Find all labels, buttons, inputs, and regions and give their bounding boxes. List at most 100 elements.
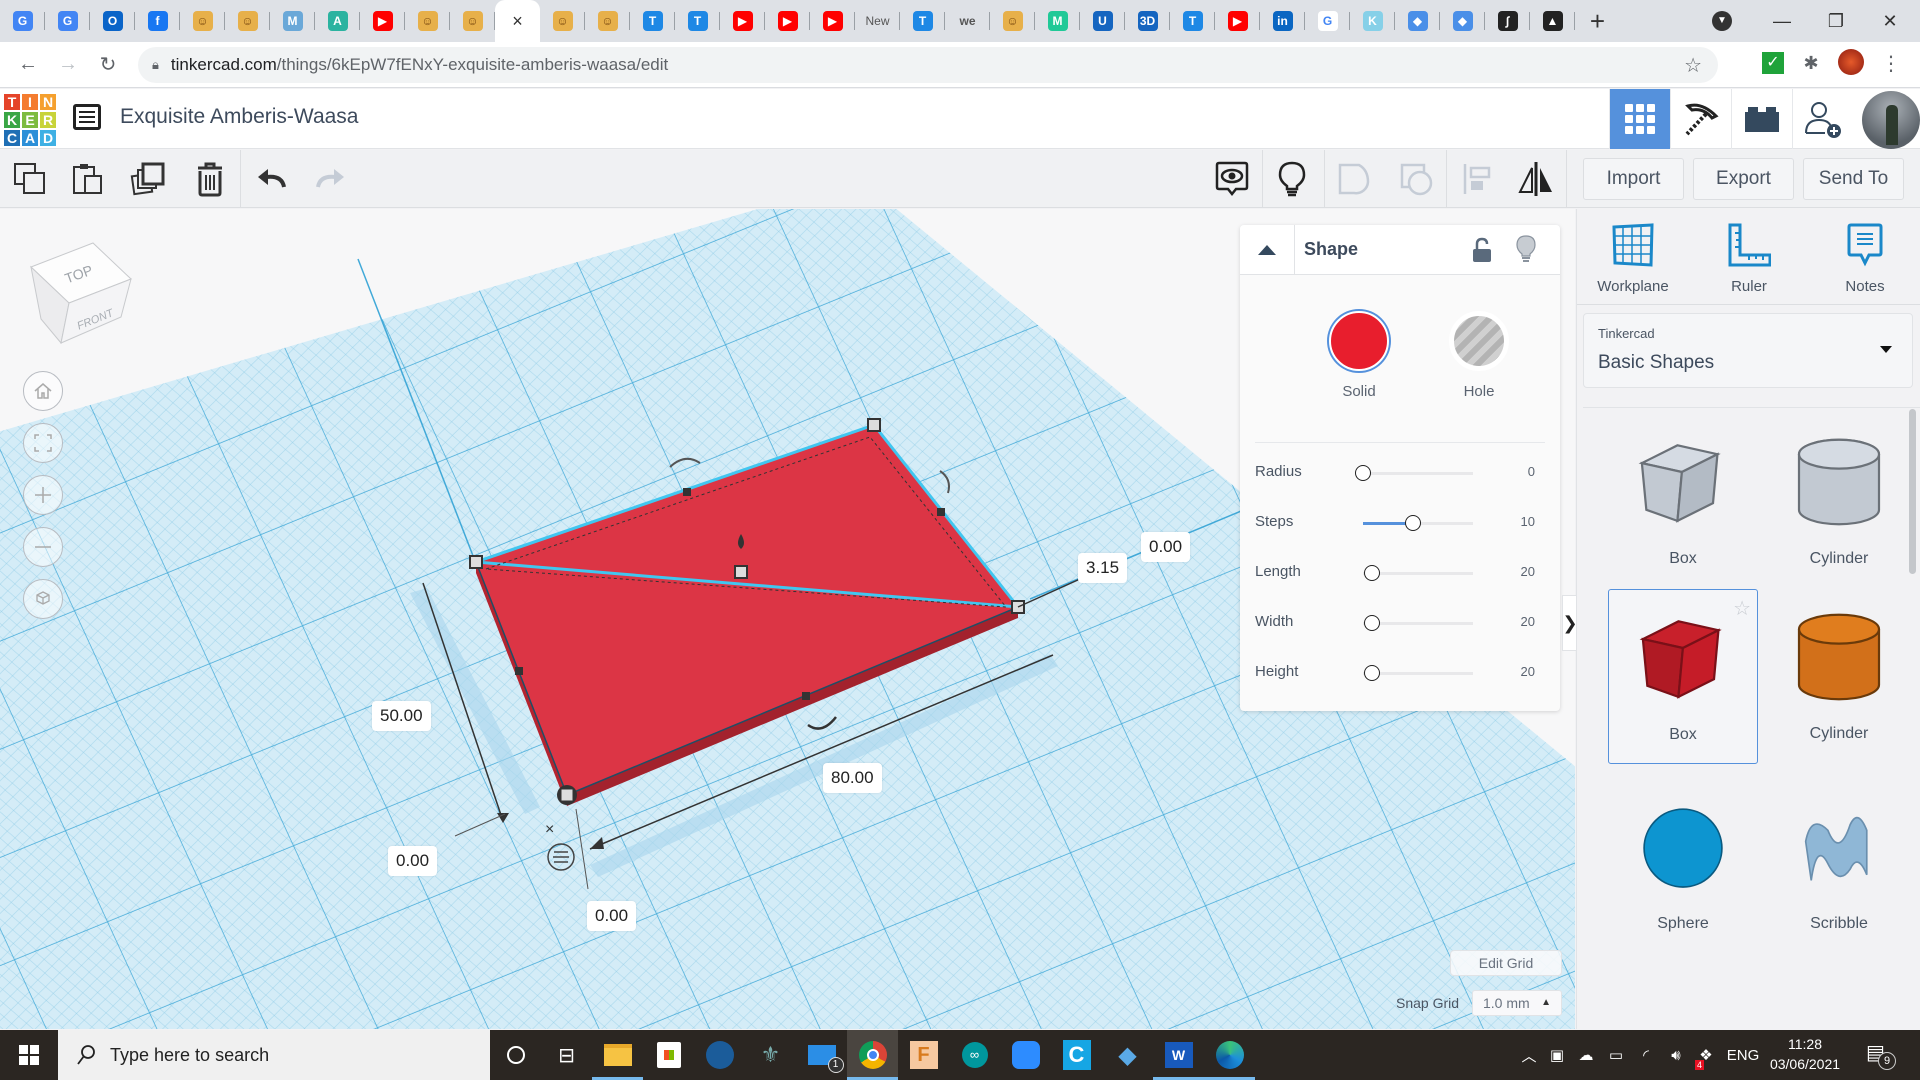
zoom-in-button[interactable] bbox=[23, 475, 63, 515]
height-dimension-label[interactable]: 3.15 bbox=[1078, 553, 1128, 583]
slider-track[interactable] bbox=[1363, 472, 1473, 475]
browser-tab[interactable]: T bbox=[900, 0, 945, 42]
shape-box[interactable]: Box ☆ bbox=[1608, 589, 1758, 764]
taskbar-search-input[interactable]: Type here to search bbox=[58, 1030, 490, 1080]
ungroup-button[interactable] bbox=[1394, 158, 1438, 200]
shape-sphere[interactable]: Sphere bbox=[1608, 779, 1758, 954]
invite-user-button[interactable] bbox=[1792, 89, 1853, 149]
browser-tab[interactable]: ▶ bbox=[1215, 0, 1260, 42]
cortana-button[interactable] bbox=[490, 1030, 541, 1080]
browser-tab[interactable]: ☺ bbox=[225, 0, 270, 42]
hole-option[interactable]: Hole bbox=[1449, 311, 1509, 400]
browser-tab[interactable]: in bbox=[1260, 0, 1305, 42]
param-value[interactable]: 20 bbox=[1521, 614, 1535, 629]
browser-tab[interactable]: ▲ bbox=[1530, 0, 1575, 42]
zoom-out-button[interactable] bbox=[23, 527, 63, 567]
steam-app[interactable] bbox=[694, 1030, 745, 1080]
chrome-app[interactable] bbox=[847, 1030, 898, 1080]
dropbox-icon[interactable]: ❖ 4 bbox=[1691, 1046, 1721, 1070]
word-app[interactable]: W bbox=[1153, 1030, 1204, 1080]
export-button[interactable]: Export bbox=[1693, 158, 1794, 200]
browser-tab[interactable]: we bbox=[945, 0, 990, 42]
mirror-button[interactable] bbox=[1514, 158, 1558, 200]
shape-box-hole[interactable]: Box bbox=[1608, 414, 1758, 589]
user-avatar[interactable] bbox=[1862, 91, 1920, 149]
param-value[interactable]: 10 bbox=[1521, 514, 1535, 529]
wifi-icon[interactable]: ◜ bbox=[1631, 1046, 1661, 1064]
browser-tab[interactable]: ▶ bbox=[360, 0, 405, 42]
shape-scribble[interactable]: Scribble bbox=[1764, 779, 1914, 954]
close-window-button[interactable]: ✕ bbox=[1860, 0, 1920, 42]
ruler-tool[interactable]: Ruler bbox=[1699, 223, 1799, 295]
ms-store-app[interactable] bbox=[643, 1030, 694, 1080]
browser-tab[interactable]: ☺ bbox=[405, 0, 450, 42]
browser-tab[interactable]: f bbox=[135, 0, 180, 42]
notes-tool[interactable]: Notes bbox=[1815, 223, 1915, 295]
back-button[interactable]: ← bbox=[8, 53, 48, 76]
url-input[interactable]: 🔒︎ tinkercad.com/things/6kEpW7fENxY-exqu… bbox=[138, 47, 1718, 83]
solid-swatch[interactable] bbox=[1329, 311, 1389, 371]
browser-tab[interactable]: ◆ bbox=[1440, 0, 1485, 42]
design-title[interactable]: Exquisite Amberis-Waasa bbox=[120, 105, 358, 129]
browser-tab[interactable]: M bbox=[270, 0, 315, 42]
browser-tab[interactable]: ☺ bbox=[180, 0, 225, 42]
predator-sense-app[interactable]: ⚜ bbox=[745, 1030, 796, 1080]
slider-thumb[interactable] bbox=[1363, 665, 1380, 681]
edit-grid-button[interactable]: Edit Grid bbox=[1450, 950, 1562, 976]
view-cube[interactable]: TOP FRONT bbox=[25, 239, 135, 349]
profile-button[interactable] bbox=[1838, 49, 1864, 75]
tab-search-button[interactable]: ▼ bbox=[1692, 0, 1752, 42]
width-dimension-label[interactable]: 50.00 bbox=[372, 701, 431, 731]
redo-button[interactable] bbox=[308, 158, 352, 200]
y-position-label[interactable]: 0.00 bbox=[587, 901, 637, 931]
slider-thumb[interactable] bbox=[1363, 565, 1380, 581]
copy-button[interactable] bbox=[8, 158, 52, 200]
file-explorer-app[interactable] bbox=[592, 1030, 643, 1080]
minimize-button[interactable]: — bbox=[1752, 0, 1812, 42]
group-button[interactable] bbox=[1332, 158, 1376, 200]
collapse-inspector-button[interactable] bbox=[1240, 225, 1295, 275]
browser-tab[interactable]: T bbox=[675, 0, 720, 42]
browser-tab[interactable]: M bbox=[1035, 0, 1080, 42]
browser-tab[interactable]: K bbox=[1350, 0, 1395, 42]
language-indicator[interactable]: ENG bbox=[1721, 1047, 1765, 1064]
import-button[interactable]: Import bbox=[1583, 158, 1684, 200]
browser-tab[interactable]: T bbox=[1170, 0, 1215, 42]
browser-tab[interactable]: ▶ bbox=[765, 0, 810, 42]
workplane-tool[interactable]: Workplane bbox=[1583, 223, 1683, 295]
chrome-menu-button[interactable]: ⋮ bbox=[1878, 50, 1904, 76]
minecraft-view-button[interactable] bbox=[1670, 89, 1731, 149]
3d-design-view-button[interactable] bbox=[1609, 89, 1670, 149]
browser-tab[interactable]: ∫ bbox=[1485, 0, 1530, 42]
clock[interactable]: 11:28 03/06/2021 bbox=[1760, 1034, 1850, 1074]
show-all-button[interactable] bbox=[1210, 158, 1254, 200]
bookmark-star-icon[interactable]: ☆ bbox=[1684, 53, 1702, 78]
forward-button[interactable]: → bbox=[48, 53, 88, 76]
zoom-app[interactable] bbox=[1000, 1030, 1051, 1080]
solid-option[interactable]: Solid bbox=[1329, 311, 1389, 400]
hide-shape-button[interactable] bbox=[1516, 235, 1536, 268]
param-value[interactable]: 0 bbox=[1528, 464, 1535, 479]
browser-tab[interactable]: T bbox=[630, 0, 675, 42]
toggle-inspector-button[interactable]: ❯ bbox=[1562, 595, 1578, 651]
duplicate-button[interactable] bbox=[126, 158, 170, 200]
camera-icon[interactable]: ▣ bbox=[1543, 1046, 1571, 1064]
start-button[interactable] bbox=[0, 1030, 58, 1080]
x-position-label[interactable]: 0.00 bbox=[388, 846, 438, 876]
slider-thumb[interactable] bbox=[1404, 515, 1421, 531]
length-dimension-label[interactable]: 80.00 bbox=[823, 763, 882, 793]
browser-tab[interactable]: G bbox=[45, 0, 90, 42]
restore-button[interactable]: ❐ bbox=[1806, 0, 1866, 42]
browser-tab[interactable]: New bbox=[855, 0, 900, 42]
battery-icon[interactable]: ▭ bbox=[1601, 1046, 1631, 1064]
send-to-button[interactable]: Send To bbox=[1803, 158, 1904, 200]
favorite-star-icon[interactable]: ☆ bbox=[1733, 596, 1751, 621]
browser-tab[interactable]: U bbox=[1080, 0, 1125, 42]
browser-tab[interactable]: ☺ bbox=[990, 0, 1035, 42]
fusion360-app[interactable]: F bbox=[898, 1030, 949, 1080]
slider-thumb[interactable] bbox=[1355, 465, 1371, 481]
edge-app[interactable] bbox=[1204, 1030, 1255, 1080]
browser-tab[interactable]: O bbox=[90, 0, 135, 42]
browser-tab[interactable]: ☺ bbox=[540, 0, 585, 42]
flashprint-app[interactable]: ◆ bbox=[1102, 1030, 1153, 1080]
